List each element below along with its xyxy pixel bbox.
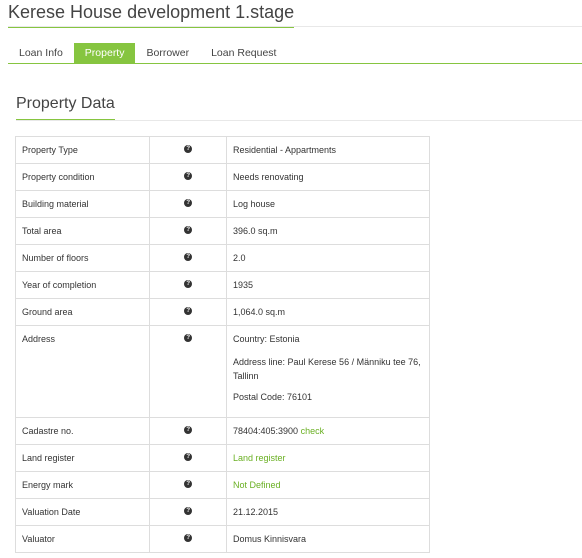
question-circle-icon[interactable]: ? xyxy=(184,226,193,234)
row-label: Total area xyxy=(22,226,62,236)
row-label: Property condition xyxy=(22,172,95,182)
table-row: Cadastre no. ? 78404:405:3900 check xyxy=(14,417,430,445)
question-circle-icon[interactable]: ? xyxy=(184,453,193,461)
tab-bar: Loan Info Property Borrower Loan Request xyxy=(8,43,287,63)
table-row: Total area ? 396.0 sq.m xyxy=(14,217,430,245)
land-register-link[interactable]: Land register xyxy=(233,445,423,471)
address-postal: Postal Code: 76101 xyxy=(233,392,313,402)
row-value: Domus Kinnisvara xyxy=(233,534,307,544)
table-row: Valuator ? Domus Kinnisvara xyxy=(14,525,430,553)
tab-property[interactable]: Property xyxy=(73,43,136,63)
row-label: Year of completion xyxy=(22,280,97,290)
row-label: Energy mark xyxy=(22,480,74,490)
question-circle-icon[interactable]: ? xyxy=(184,507,193,515)
page-title: Kerese House development 1.stage xyxy=(8,2,295,28)
row-label: Land register xyxy=(22,453,75,463)
table-row: Property condition ? Needs renovating xyxy=(14,163,430,191)
tabs-divider xyxy=(8,63,582,64)
address-line: Address line: Paul Kerese 56 / Männiku t… xyxy=(233,357,421,381)
question-circle-icon[interactable]: ? xyxy=(184,172,193,180)
table-row: Number of floors ? 2.0 xyxy=(14,244,430,272)
row-label: Valuation Date xyxy=(22,507,81,517)
property-table: Property Type ? Residential - Appartment… xyxy=(14,136,430,553)
title-divider xyxy=(8,26,582,27)
question-circle-icon[interactable]: ? xyxy=(184,334,193,342)
section-title: Property Data xyxy=(16,94,115,121)
row-value: 2.0 xyxy=(233,253,246,263)
row-label: Number of floors xyxy=(22,253,89,263)
question-circle-icon[interactable]: ? xyxy=(184,199,193,207)
question-circle-icon[interactable]: ? xyxy=(184,307,193,315)
row-value: 396.0 sq.m xyxy=(233,226,278,236)
row-label: Valuator xyxy=(22,534,55,544)
row-label: Building material xyxy=(22,199,89,209)
cadastre-check-link[interactable]: check xyxy=(301,426,325,436)
tab-loan-request[interactable]: Loan Request xyxy=(200,43,287,63)
energy-mark-link[interactable]: Not Defined xyxy=(233,472,423,498)
row-label: Cadastre no. xyxy=(22,426,74,436)
table-row: Valuation Date ? 21.12.2015 xyxy=(14,498,430,526)
row-label: Property Type xyxy=(14,136,151,164)
row-value: Residential - Appartments xyxy=(226,136,430,164)
table-row: Property Type ? Residential - Appartment… xyxy=(14,136,430,164)
table-row: Building material ? Log house xyxy=(14,190,430,218)
row-value: Needs renovating xyxy=(233,172,304,182)
question-circle-icon[interactable]: ? xyxy=(184,145,193,153)
tab-loan-info[interactable]: Loan Info xyxy=(8,43,74,63)
question-circle-icon[interactable]: ? xyxy=(184,480,193,488)
row-value: 1,064.0 sq.m xyxy=(233,307,286,317)
row-value: Log house xyxy=(233,199,276,209)
table-row: Year of completion ? 1935 xyxy=(14,271,430,299)
table-row: Energy mark ? Not Defined xyxy=(14,471,430,499)
row-value: 78404:405:3900 xyxy=(233,426,299,436)
section-divider xyxy=(16,120,582,121)
question-circle-icon[interactable]: ? xyxy=(184,426,193,434)
row-value: 1935 xyxy=(233,280,254,290)
address-country: Country: Estonia xyxy=(233,334,300,344)
question-circle-icon[interactable]: ? xyxy=(184,280,193,288)
question-circle-icon[interactable]: ? xyxy=(184,534,193,542)
row-value: 21.12.2015 xyxy=(233,507,279,517)
table-row: Address ? Country: Estonia Address line:… xyxy=(14,325,430,418)
table-row: Land register ? Land register xyxy=(14,444,430,472)
question-circle-icon[interactable]: ? xyxy=(184,253,193,261)
row-label: Ground area xyxy=(22,307,73,317)
row-label: Address xyxy=(22,334,56,344)
tab-borrower[interactable]: Borrower xyxy=(135,43,200,63)
table-row: Ground area ? 1,064.0 sq.m xyxy=(14,298,430,326)
